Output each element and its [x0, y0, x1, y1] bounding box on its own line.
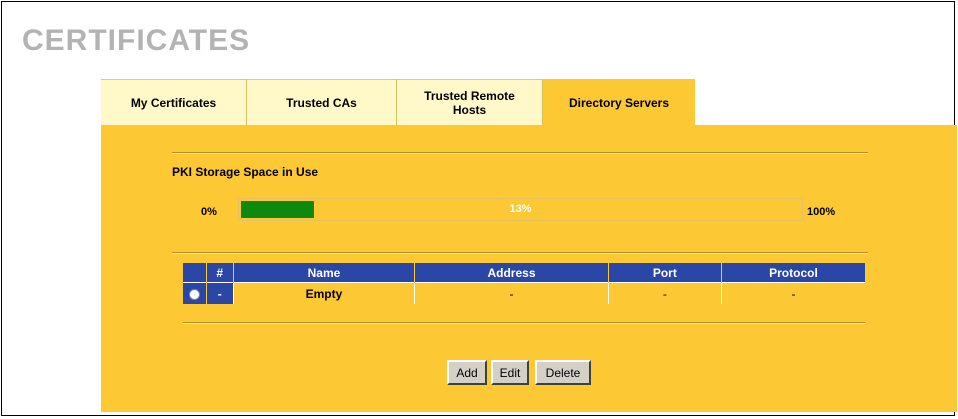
delete-button[interactable]: Delete: [535, 360, 591, 385]
column-header-index: #: [206, 263, 234, 283]
pki-storage-progress-bar: 13%: [238, 198, 803, 221]
table-header-row: # Name Address Port Protocol: [183, 263, 865, 283]
table-row: - Empty - - -: [183, 282, 865, 304]
progress-percent-text: 13%: [509, 203, 532, 215]
divider: [183, 322, 865, 324]
tab-directory-servers[interactable]: Directory Servers: [543, 79, 695, 126]
page-title: CERTIFICATES: [22, 24, 251, 57]
tab-trusted-remote-hosts[interactable]: Trusted Remote Hosts: [397, 79, 543, 126]
column-header-address: Address: [414, 263, 609, 283]
row-port: -: [608, 282, 722, 304]
directory-servers-table: # Name Address Port Protocol - Empty - -…: [183, 263, 865, 304]
tab-trusted-cas[interactable]: Trusted CAs: [247, 79, 397, 126]
tab-label: Trusted CAs: [286, 96, 357, 110]
column-header-port: Port: [608, 263, 722, 283]
column-header-select: [183, 263, 207, 283]
directory-servers-panel: PKI Storage Space in Use 0% 13% 100% # N…: [101, 125, 957, 412]
progress-max-label: 100%: [807, 206, 836, 218]
column-header-protocol: Protocol: [721, 263, 865, 283]
row-select-cell: [183, 282, 207, 304]
row-name: Empty: [233, 282, 416, 304]
row-select-radio[interactable]: [188, 288, 200, 300]
divider: [172, 252, 868, 254]
row-address: -: [414, 282, 609, 304]
row-protocol: -: [721, 282, 865, 304]
tab-my-certificates[interactable]: My Certificates: [101, 79, 247, 126]
row-index: -: [206, 282, 234, 304]
tab-label: Directory Servers: [568, 95, 670, 110]
edit-button[interactable]: Edit: [491, 360, 529, 385]
divider: [172, 152, 868, 154]
progress-min-label: 0%: [201, 206, 217, 218]
add-button[interactable]: Add: [447, 360, 487, 385]
column-header-name: Name: [233, 263, 416, 283]
pki-storage-label: PKI Storage Space in Use: [172, 165, 319, 179]
tab-label: Trusted Remote Hosts: [424, 89, 515, 117]
tab-label: My Certificates: [130, 96, 217, 110]
